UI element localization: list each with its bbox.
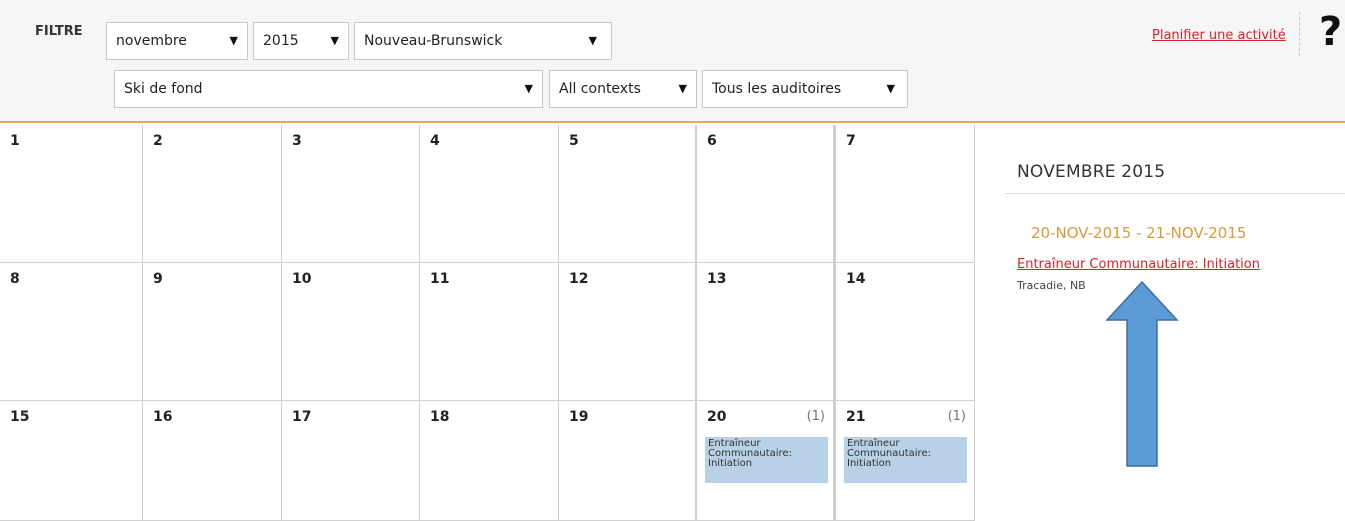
help-icon[interactable]: ? <box>1319 8 1342 56</box>
day-number: 12 <box>569 271 589 287</box>
calendar-day-cell[interactable]: 6 <box>697 125 836 263</box>
calendar-day-cell[interactable]: 19 <box>559 401 697 521</box>
chevron-down-icon: ▼ <box>588 34 597 47</box>
day-number: 9 <box>153 271 163 287</box>
calendar-day-cell[interactable]: 8 <box>0 263 143 401</box>
header-divider <box>1299 12 1300 56</box>
calendar-event[interactable]: Entraîneur Communautaire: Initiation <box>844 437 967 483</box>
context-select[interactable]: All contexts ▼ <box>549 70 697 108</box>
up-arrow-icon <box>1105 280 1179 467</box>
calendar-day-cell[interactable]: 15 <box>0 401 143 521</box>
chevron-down-icon: ▼ <box>524 82 533 95</box>
chevron-down-icon: ▼ <box>229 34 238 47</box>
sport-select[interactable]: Ski de fond ▼ <box>114 70 543 108</box>
calendar-day-cell[interactable]: 13 <box>697 263 836 401</box>
year-select[interactable]: 2015 ▼ <box>253 22 349 60</box>
day-number: 15 <box>10 409 30 425</box>
calendar-day-cell[interactable]: 21 (1) Entraîneur Communautaire: Initiatio… <box>836 401 975 521</box>
plan-activity-link[interactable]: Planifier une activité <box>1152 28 1286 43</box>
calendar-day-cell[interactable]: 9 <box>143 263 282 401</box>
audience-select[interactable]: Tous les auditoires ▼ <box>702 70 908 108</box>
day-number: 3 <box>292 133 302 149</box>
calendar-day-cell[interactable]: 18 <box>420 401 559 521</box>
day-number: 20 <box>707 409 727 425</box>
day-number: 14 <box>846 271 866 287</box>
calendar-day-cell[interactable]: 16 <box>143 401 282 521</box>
day-number: 8 <box>10 271 20 287</box>
day-number: 6 <box>707 133 717 149</box>
chevron-down-icon: ▼ <box>886 82 895 95</box>
month-select[interactable]: novembre ▼ <box>106 22 248 60</box>
province-select-value: Nouveau-Brunswick <box>364 33 503 49</box>
side-month-title: NOVEMBRE 2015 <box>1017 162 1166 182</box>
calendar-day-cell[interactable]: 11 <box>420 263 559 401</box>
calendar-day-cell[interactable]: 10 <box>282 263 420 401</box>
calendar-day-cell[interactable]: 3 <box>282 125 420 263</box>
calendar-day-cell[interactable]: 4 <box>420 125 559 263</box>
day-number: 18 <box>430 409 450 425</box>
audience-select-value: Tous les auditoires <box>712 81 842 97</box>
sport-select-value: Ski de fond <box>124 81 203 97</box>
calendar-day-cell[interactable]: 20 (1) Entraîneur Communautaire: Initiatio… <box>697 401 836 521</box>
day-number: 17 <box>292 409 312 425</box>
province-select[interactable]: Nouveau-Brunswick ▼ <box>354 22 612 60</box>
event-count: (1) <box>947 409 966 424</box>
day-number: 21 <box>846 409 866 425</box>
day-number: 13 <box>707 271 727 287</box>
day-number: 4 <box>430 133 440 149</box>
filter-bar: FILTRE novembre ▼ 2015 ▼ Nouveau-Brunswi… <box>0 0 1345 123</box>
calendar-day-cell[interactable]: 17 <box>282 401 420 521</box>
day-number: 2 <box>153 133 163 149</box>
context-select-value: All contexts <box>559 81 641 97</box>
chevron-down-icon: ▼ <box>330 34 339 47</box>
calendar-day-cell[interactable]: 14 <box>836 263 975 401</box>
day-number: 10 <box>292 271 312 287</box>
side-divider <box>1005 193 1345 194</box>
day-number: 19 <box>569 409 589 425</box>
calendar-day-cell[interactable]: 2 <box>143 125 282 263</box>
calendar-day-cell[interactable]: 12 <box>559 263 697 401</box>
day-number: 5 <box>569 133 579 149</box>
calendar-day-cell[interactable]: 5 <box>559 125 697 263</box>
calendar-day-cell[interactable]: 7 <box>836 125 975 263</box>
day-number: 7 <box>846 133 856 149</box>
day-number: 16 <box>153 409 173 425</box>
chevron-down-icon: ▼ <box>678 82 687 95</box>
year-select-value: 2015 <box>263 33 299 49</box>
side-event-link[interactable]: Entraîneur Communautaire: Initiation <box>1017 257 1260 272</box>
side-date-range: 20-NOV-2015 - 21-NOV-2015 <box>1031 224 1247 242</box>
event-count: (1) <box>806 409 825 424</box>
month-select-value: novembre <box>116 33 187 49</box>
filter-label: FILTRE <box>35 24 83 39</box>
calendar-day-cell[interactable]: 1 <box>0 125 143 263</box>
side-event-location: Tracadie, NB <box>1017 279 1086 292</box>
day-number: 1 <box>10 133 20 149</box>
calendar-event[interactable]: Entraîneur Communautaire: Initiation <box>705 437 828 483</box>
day-number: 11 <box>430 271 450 287</box>
